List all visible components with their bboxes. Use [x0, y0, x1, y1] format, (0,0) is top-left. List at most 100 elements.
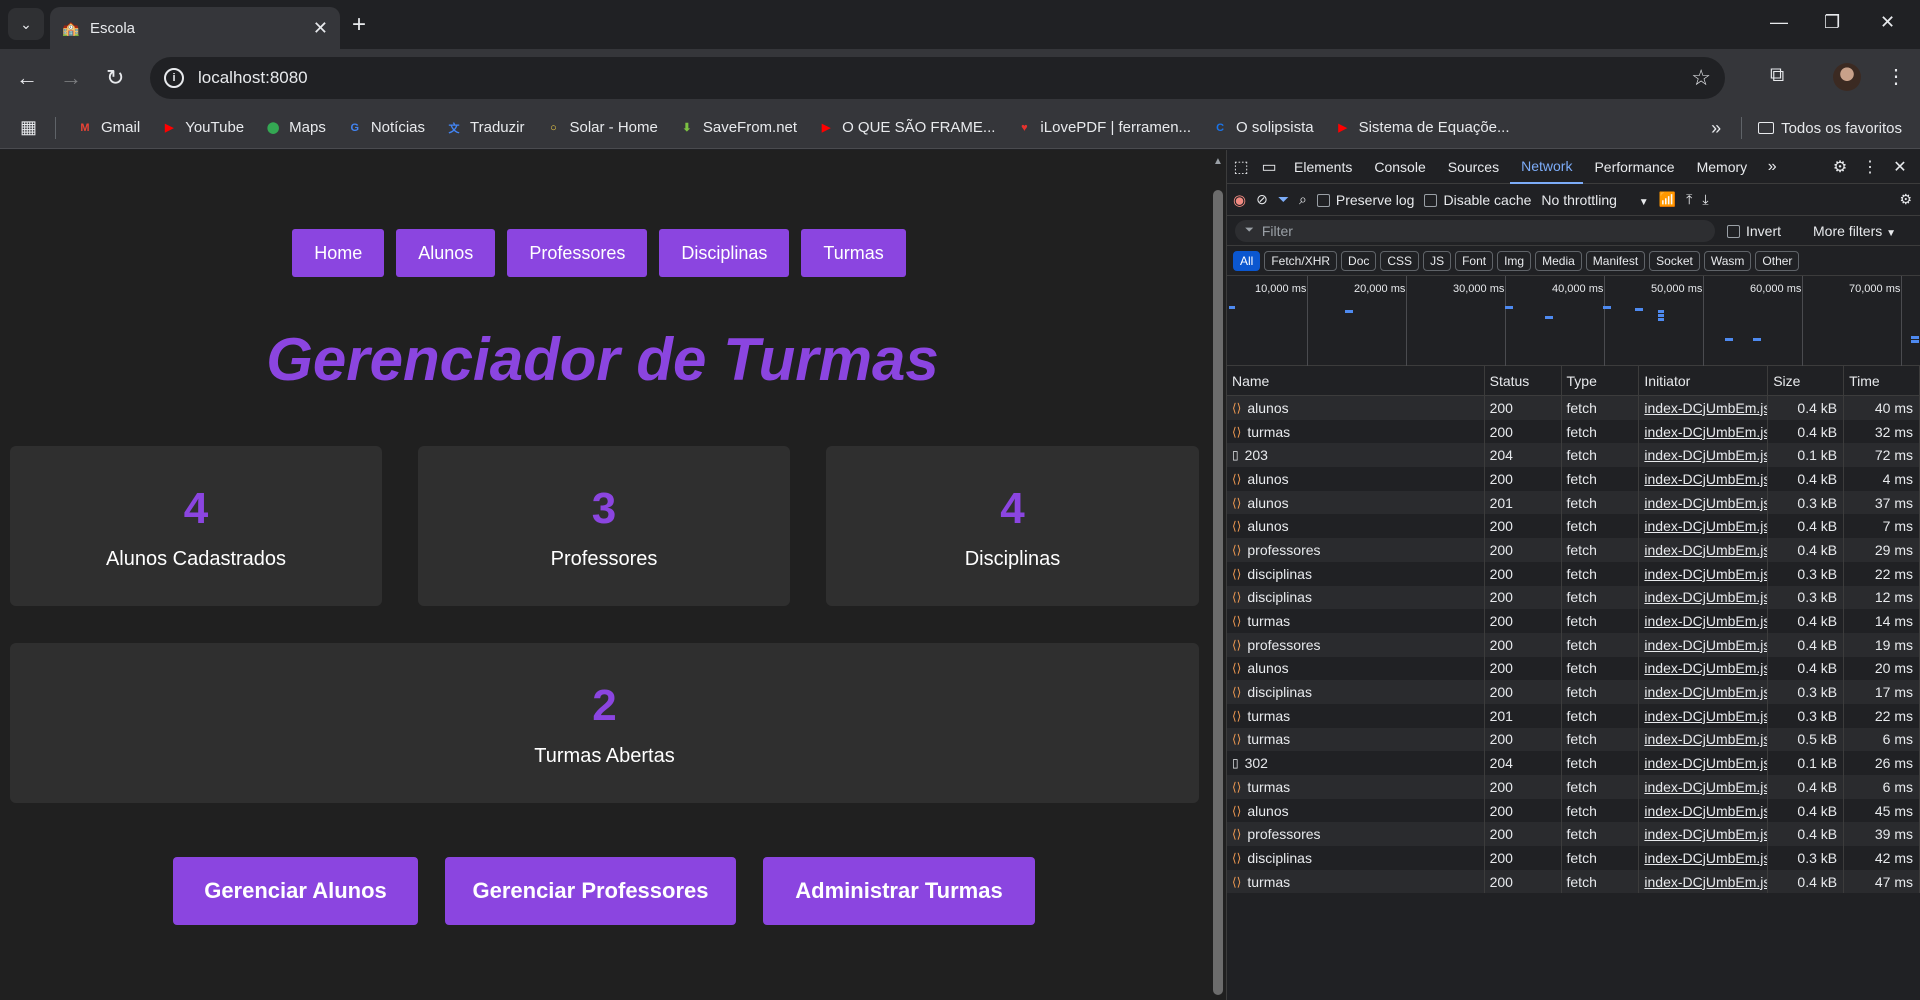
import-har-icon[interactable]: ⤒: [1686, 191, 1692, 208]
nav-turmas-button[interactable]: Turmas: [801, 229, 906, 277]
cell-initiator[interactable]: index-DCjUmbEm.js:: [1639, 443, 1769, 468]
cell-initiator[interactable]: index-DCjUmbEm.js:: [1639, 680, 1769, 704]
cell-initiator[interactable]: index-DCjUmbEm.js:: [1639, 609, 1769, 633]
type-filter-js[interactable]: JS: [1423, 250, 1452, 271]
cell-initiator[interactable]: index-DCjUmbEm.js:: [1639, 490, 1769, 515]
cell-initiator[interactable]: index-DCjUmbEm.js:: [1639, 514, 1769, 539]
table-row[interactable]: ⟨⟩ turmas 200 fetch index-DCjUmbEm.js: 0.4 kB…: [1227, 869, 1920, 894]
tab-memory[interactable]: Memory: [1686, 150, 1759, 184]
cell-initiator[interactable]: index-DCjUmbEm.js:: [1639, 798, 1769, 823]
search-icon[interactable]: ⌕: [1299, 191, 1307, 208]
url-text[interactable]: localhost:8080: [198, 68, 308, 88]
nav-home-button[interactable]: Home: [292, 229, 385, 277]
devtools-menu-icon[interactable]: ⋮: [1856, 157, 1884, 177]
bookmark-item[interactable]: ▶ Sistema de Equaçõe...: [1334, 119, 1509, 137]
tab-elements[interactable]: Elements: [1283, 150, 1363, 184]
bookmark-item[interactable]: ♥ iLovePDF | ferramen...: [1015, 119, 1191, 137]
table-row[interactable]: ⟨⟩ disciplinas 200 fetch index-DCjUmbEm.js: 0…: [1227, 561, 1920, 586]
invert-checkbox[interactable]: Invert: [1727, 223, 1781, 239]
cell-initiator[interactable]: index-DCjUmbEm.js:: [1639, 703, 1769, 728]
bookmark-item[interactable]: M Gmail: [76, 119, 140, 137]
apps-grid-icon[interactable]: ▦: [20, 117, 37, 138]
tab-performance[interactable]: Performance: [1583, 150, 1685, 184]
cell-initiator[interactable]: index-DCjUmbEm.js:: [1639, 656, 1769, 681]
cell-initiator[interactable]: index-DCjUmbEm.js:: [1639, 846, 1769, 870]
type-filter-wasm[interactable]: Wasm: [1703, 250, 1752, 271]
network-settings-icon[interactable]: ⚙: [1899, 191, 1912, 208]
scroll-up-icon[interactable]: ▲: [1213, 156, 1223, 167]
table-row[interactable]: ⟨⟩ professores 200 fetch index-DCjUmbEm.js: 0…: [1227, 538, 1920, 562]
bookmark-item[interactable]: ▶ O QUE SÃO FRAME...: [817, 119, 996, 137]
type-filter-media[interactable]: Media: [1535, 250, 1582, 271]
cell-initiator[interactable]: index-DCjUmbEm.js:: [1639, 585, 1769, 610]
table-row[interactable]: ⟨⟩ alunos 200 fetch index-DCjUmbEm.js: 0.4 kB…: [1227, 798, 1920, 823]
forward-arrow-icon[interactable]: →: [60, 65, 82, 91]
column-header-name[interactable]: Name: [1227, 366, 1485, 395]
cell-initiator[interactable]: index-DCjUmbEm.js:: [1639, 775, 1769, 799]
table-row[interactable]: ⟨⟩ disciplinas 200 fetch index-DCjUmbEm.js: 0…: [1227, 846, 1920, 870]
type-filter-img[interactable]: Img: [1497, 250, 1532, 271]
nav-professores-button[interactable]: Professores: [507, 229, 648, 277]
cell-initiator[interactable]: index-DCjUmbEm.js:: [1639, 467, 1769, 491]
settings-gear-icon[interactable]: ⚙: [1826, 157, 1854, 177]
column-header-size[interactable]: Size: [1768, 366, 1845, 395]
column-header-type[interactable]: Type: [1562, 366, 1640, 395]
bookmark-star-icon[interactable]: ☆: [1691, 65, 1711, 91]
cell-initiator[interactable]: index-DCjUmbEm.js:: [1639, 538, 1769, 562]
close-devtools-icon[interactable]: ✕: [1886, 157, 1914, 177]
restore-icon[interactable]: ❐: [1824, 12, 1840, 33]
cell-initiator[interactable]: index-DCjUmbEm.js:: [1639, 561, 1769, 586]
cell-initiator[interactable]: index-DCjUmbEm.js:: [1639, 869, 1769, 894]
bookmark-item[interactable]: ⬇ SaveFrom.net: [678, 119, 797, 137]
inspect-element-icon[interactable]: ⬚: [1227, 157, 1255, 177]
browser-tab[interactable]: 🏫 Escola ✕: [50, 7, 340, 49]
tab-console[interactable]: Console: [1363, 150, 1436, 184]
record-stop-icon[interactable]: ◉: [1233, 191, 1246, 209]
tab-search-button[interactable]: ⌄: [8, 8, 44, 40]
export-har-icon[interactable]: ⤓: [1702, 191, 1708, 208]
bookmark-item[interactable]: C O solipsista: [1211, 119, 1314, 137]
type-filter-all[interactable]: All: [1233, 250, 1261, 271]
table-row[interactable]: ⟨⟩ professores 200 fetch index-DCjUmbEm.js: 0…: [1227, 632, 1920, 657]
type-filter-other[interactable]: Other: [1755, 250, 1800, 271]
new-tab-icon[interactable]: +: [352, 11, 366, 39]
network-conditions-icon[interactable]: 📶: [1659, 191, 1676, 208]
table-row[interactable]: ⟨⟩ turmas 201 fetch index-DCjUmbEm.js: 0.3 kB…: [1227, 703, 1920, 728]
table-row[interactable]: ⟨⟩ turmas 200 fetch index-DCjUmbEm.js: 0.4 kB…: [1227, 609, 1920, 633]
table-row[interactable]: ⟨⟩ turmas 200 fetch index-DCjUmbEm.js: 0.4 kB…: [1227, 419, 1920, 444]
cell-initiator[interactable]: index-DCjUmbEm.js:: [1639, 396, 1769, 420]
type-filter-socket[interactable]: Socket: [1649, 250, 1700, 271]
disable-cache-checkbox[interactable]: Disable cache: [1424, 192, 1531, 208]
manage-students-button[interactable]: Gerenciar Alunos: [173, 857, 418, 925]
table-row[interactable]: ⟨⟩ alunos 200 fetch index-DCjUmbEm.js: 0.4 kB…: [1227, 514, 1920, 539]
type-filter-manifest[interactable]: Manifest: [1585, 250, 1646, 271]
bookmark-item[interactable]: ○ Solar - Home: [544, 119, 658, 137]
table-row[interactable]: ⟨⟩ alunos 200 fetch index-DCjUmbEm.js: 0.4 kB…: [1227, 467, 1920, 491]
cell-initiator[interactable]: index-DCjUmbEm.js:: [1639, 751, 1769, 775]
profile-avatar[interactable]: [1833, 63, 1861, 91]
preserve-log-checkbox[interactable]: Preserve log: [1316, 192, 1414, 208]
table-row[interactable]: ⟨⟩ alunos 200 fetch index-DCjUmbEm.js: 0.4 kB…: [1227, 396, 1920, 420]
type-filter-font[interactable]: Font: [1455, 250, 1494, 271]
bookmark-item[interactable]: G Notícias: [346, 119, 425, 137]
filter-funnel-icon[interactable]: ⏷: [1278, 191, 1289, 208]
filter-input[interactable]: ⏷ Filter: [1235, 219, 1715, 242]
menu-kebab-icon[interactable]: ⋮: [1886, 64, 1906, 89]
table-row[interactable]: ⟨⟩ professores 200 fetch index-DCjUmbEm.js: 0…: [1227, 822, 1920, 847]
cell-initiator[interactable]: index-DCjUmbEm.js:: [1639, 822, 1769, 847]
type-filter-fetchxhr[interactable]: Fetch/XHR: [1264, 250, 1338, 271]
device-toolbar-icon[interactable]: ▭: [1255, 157, 1283, 177]
cell-initiator[interactable]: index-DCjUmbEm.js:: [1639, 632, 1769, 657]
type-filter-doc[interactable]: Doc: [1341, 250, 1377, 271]
table-row[interactable]: ⟨⟩ alunos 201 fetch index-DCjUmbEm.js: 0.3 kB…: [1227, 490, 1920, 515]
close-tab-icon[interactable]: ✕: [313, 18, 328, 39]
page-scrollbar[interactable]: ▲: [1210, 150, 1226, 1000]
manage-teachers-button[interactable]: Gerenciar Professores: [445, 857, 736, 925]
column-header-time[interactable]: Time: [1844, 366, 1920, 395]
nav-alunos-button[interactable]: Alunos: [396, 229, 496, 277]
reload-icon[interactable]: ↻: [106, 65, 124, 91]
type-filter-css[interactable]: CSS: [1380, 250, 1420, 271]
column-header-initiator[interactable]: Initiator: [1639, 366, 1769, 395]
throttling-select[interactable]: No throttling ▼: [1541, 192, 1648, 208]
manage-classes-button[interactable]: Administrar Turmas: [763, 857, 1035, 925]
